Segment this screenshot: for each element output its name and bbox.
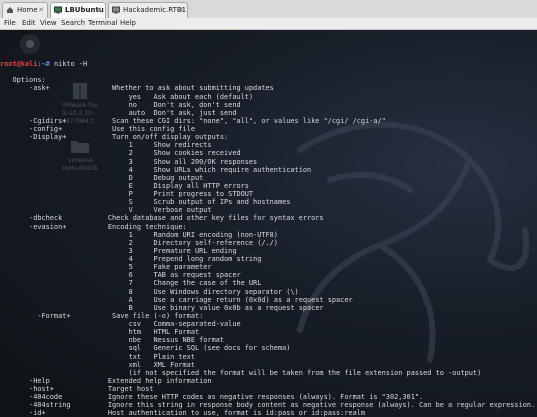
terminal-line: D Debug output: [128, 173, 204, 182]
terminal-line: 1 Random URI encoding (non-UTF8): [128, 230, 278, 239]
terminal-line: 8 Use Windows directory separator (\): [128, 287, 299, 296]
tab-hackademic-label: Hackademic.RTB1: [123, 6, 187, 14]
terminal-line: -404string Ignore this string in respons…: [29, 401, 536, 410]
terminal-line: E Display all HTTP errors: [128, 181, 249, 190]
terminal-line: -id+ Host authentication to use, format …: [29, 409, 366, 417]
close-icon[interactable]: ✕: [96, 3, 102, 18]
terminal-line: B Use binary value 0x0b as a request spa…: [128, 303, 324, 312]
terminal-line: 4 Show URLs which require authentication: [128, 165, 312, 174]
terminal-window[interactable]: VMware Too ls-10.3.10- 4877064.t vmware-…: [0, 30, 537, 417]
vm-icon: [112, 6, 120, 14]
terminal-line: sql Generic SQL (see docs for schema): [128, 344, 291, 353]
terminal-line: 4 Prepend long random string: [128, 255, 262, 263]
terminal-line: csv Comma-separated-value: [128, 320, 241, 328]
terminal-output: root@kali:~# nikto -H Options: -ask+ Whe…: [0, 60, 535, 417]
tab-home[interactable]: Home ✕: [2, 2, 48, 18]
terminal-line: 5 Fake parameter: [128, 263, 212, 272]
terminal-line: 6 TAB as request spacer: [128, 271, 241, 280]
prompt-path: :~#: [37, 60, 50, 68]
terminal-line: -Display+ Turn on/off display outputs:: [29, 133, 229, 142]
menu-edit[interactable]: Edit: [22, 18, 36, 29]
terminal-line: -evasion+ Encoding technique:: [29, 222, 187, 231]
close-icon[interactable]: ✕: [38, 3, 44, 18]
terminal-line: nbe Nessus NBE format: [128, 336, 225, 345]
menu-search[interactable]: Search: [61, 18, 85, 29]
help-output: Options: -ask+ Whether to ask about subm…: [0, 76, 535, 417]
terminal-line: yes Ask about each (default): [128, 92, 254, 101]
terminal-line: 2 Show cookies received: [128, 149, 241, 158]
terminal-line: xml XML Format: [128, 360, 195, 369]
terminal-line: -dbcheck Check database and other key fi…: [29, 214, 324, 223]
tab-home-label: Home: [17, 6, 38, 14]
tab-hackademic[interactable]: Hackademic.RTB1 ✕: [108, 2, 188, 18]
terminal-line: -Format+ Save file (-o) format:: [37, 311, 204, 320]
home-icon: [7, 7, 13, 13]
terminal-line: -host+ Target host: [29, 385, 154, 393]
terminal-line: 3 Show all 200/OK responses: [128, 157, 258, 166]
tab-bar: Home ✕ LBUbuntu ✕ Hackademic.RTB1 ✕: [0, 0, 537, 19]
terminal-line: auto Don't ask, just send: [128, 108, 237, 117]
terminal-line: 2 Directory self-reference (/./): [128, 238, 278, 247]
terminal-line: -config+ Use this config file: [29, 125, 195, 133]
terminal-line: no Don't ask, don't send: [128, 100, 241, 109]
terminal-line: -Help Extended help information: [29, 376, 212, 385]
terminal-line: 3 Premature URL ending: [128, 246, 237, 255]
terminal-line: htm HTML Format: [128, 328, 200, 337]
command-text: nikto -H: [49, 60, 88, 68]
terminal-line: 1 Show redirects: [128, 141, 212, 150]
terminal-line: S Scrub output of IPs and hostnames: [128, 198, 291, 207]
menu-file[interactable]: File: [4, 18, 16, 29]
menu-view[interactable]: View: [40, 18, 57, 29]
terminal-line: 7 Change the case of the URL: [128, 279, 262, 288]
menu-help[interactable]: Help: [120, 18, 136, 29]
terminal-line: Options:: [12, 76, 46, 85]
terminal-line: txt Plain text: [128, 352, 195, 361]
terminal-line: (if not specified the format will be tak…: [128, 368, 482, 377]
vm-icon: [54, 6, 62, 14]
terminal-line: P Print progress to STDOUT: [128, 190, 254, 198]
menu-bar: File Edit View Search Terminal Help: [0, 18, 537, 30]
terminal-line: -ask+ Whether to ask about submitting up…: [29, 84, 274, 93]
terminal-line: A Use a carriage return (0x0d) as a requ…: [128, 295, 353, 304]
terminal-line: -404code Ignore these HTTP codes as nega…: [29, 393, 424, 402]
menu-terminal[interactable]: Terminal: [88, 18, 118, 29]
tab-lbubuntu[interactable]: LBUbuntu ✕: [50, 2, 106, 18]
terminal-line: V Verbose output: [128, 206, 212, 215]
close-icon[interactable]: ✕: [178, 3, 184, 18]
terminal-line: -Cgidirs+ Scan these CGI dirs: "none", "…: [29, 116, 386, 125]
prompt-user: root@kali: [0, 60, 38, 68]
